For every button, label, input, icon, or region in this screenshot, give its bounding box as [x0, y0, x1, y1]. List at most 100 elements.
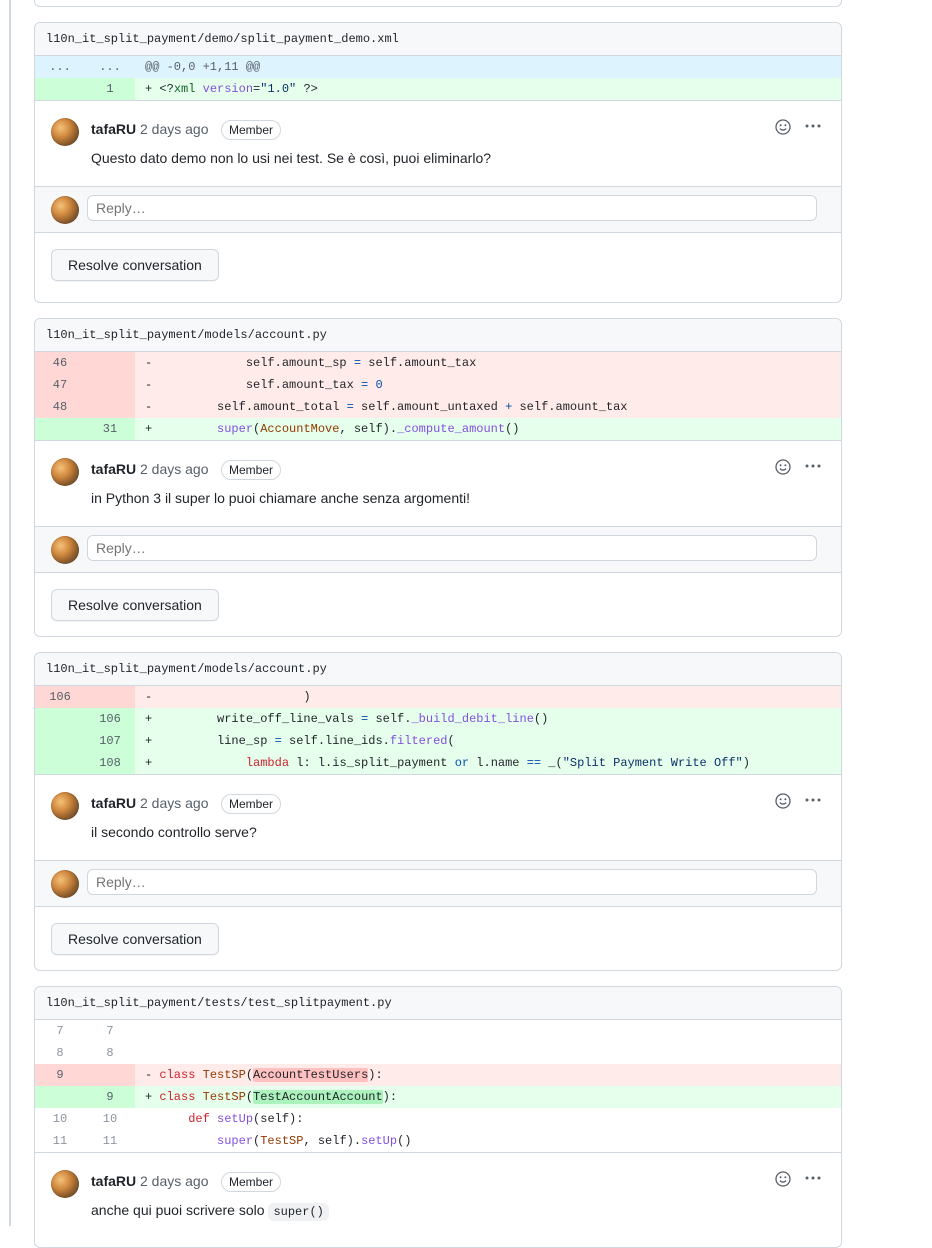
file-path[interactable]: l10n_it_split_payment/tests/test_splitpa…: [35, 987, 841, 1020]
diff-code: [135, 1042, 841, 1064]
kebab-horizontal-icon[interactable]: [804, 118, 822, 134]
previous-card-edge: [34, 0, 842, 7]
diff-line: 7 7: [35, 1020, 841, 1042]
diff-code: - self.amount_tax = 0: [145, 378, 383, 392]
smiley-icon[interactable]: [775, 1171, 791, 1187]
comment-author[interactable]: tafaRU: [91, 1173, 136, 1189]
old-line-number[interactable]: 10: [35, 1108, 85, 1130]
avatar[interactable]: [51, 1170, 79, 1198]
comment-timestamp[interactable]: 2 days ago: [140, 795, 209, 811]
old-line-number[interactable]: [35, 730, 85, 752]
new-line-number[interactable]: [85, 352, 135, 374]
diff-code: def setUp(self):: [188, 1112, 304, 1126]
file-path[interactable]: l10n_it_split_payment/demo/split_payment…: [35, 23, 841, 56]
diff-hunk: ... ... @@ -0,0 +1,11 @@ 1 + <?xml versi…: [35, 56, 841, 100]
comment-body-text: anche qui puoi scrivere solo: [91, 1202, 265, 1218]
comment-author[interactable]: tafaRU: [91, 795, 136, 811]
comment-timestamp[interactable]: 2 days ago: [140, 461, 209, 477]
old-line-number[interactable]: [35, 752, 85, 774]
old-line-number[interactable]: ...: [35, 56, 85, 78]
kebab-horizontal-icon[interactable]: [804, 1170, 822, 1186]
comment-timestamp[interactable]: 2 days ago: [140, 121, 209, 137]
diff-line: 10 10 def setUp(self):: [35, 1108, 841, 1130]
diff-code: + class TestSP(TestAccountAccount):: [145, 1090, 398, 1104]
inline-code: super(): [268, 1203, 329, 1221]
diff-code: @@ -0,0 +1,11 @@: [145, 60, 261, 74]
reply-input[interactable]: [87, 535, 817, 561]
diff-line: 106 + write_off_line_vals = self._build_…: [35, 708, 841, 730]
member-badge: Member: [221, 1172, 282, 1192]
avatar[interactable]: [51, 792, 79, 820]
comment-author[interactable]: tafaRU: [91, 121, 136, 137]
timeline-line: [9, 0, 11, 1226]
new-line-number[interactable]: 108: [85, 752, 135, 774]
new-line-number[interactable]: 9: [85, 1086, 135, 1108]
new-line-number[interactable]: [85, 374, 135, 396]
old-line-number[interactable]: 11: [35, 1130, 85, 1152]
old-line-number[interactable]: [35, 78, 85, 100]
new-line-number[interactable]: 10: [85, 1108, 135, 1130]
diff-hunk: 106 - ) 106 + write_off_line_vals = self…: [35, 686, 841, 774]
review-thread: l10n_it_split_payment/demo/split_payment…: [34, 22, 842, 303]
old-line-number[interactable]: 47: [35, 374, 85, 396]
new-line-number[interactable]: 106: [85, 708, 135, 730]
resolve-row: Resolve conversation: [35, 907, 841, 970]
diff-code: super(TestSP, self).setUp(): [217, 1134, 412, 1148]
review-thread: l10n_it_split_payment/models/account.py …: [34, 652, 842, 971]
new-line-number[interactable]: 11: [85, 1130, 135, 1152]
review-comment: tafaRU 2 days ago Member anche qui puoi …: [35, 1152, 841, 1238]
kebab-horizontal-icon[interactable]: [804, 792, 822, 808]
file-path[interactable]: l10n_it_split_payment/models/account.py: [35, 319, 841, 352]
resolve-conversation-button[interactable]: Resolve conversation: [51, 589, 219, 621]
diff-line: 31 + super(AccountMove, self)._compute_a…: [35, 418, 841, 440]
resolve-row: Resolve conversation: [35, 573, 841, 636]
avatar: [51, 196, 79, 224]
reply-input[interactable]: [87, 869, 817, 895]
member-badge: Member: [221, 460, 282, 480]
kebab-horizontal-icon[interactable]: [804, 458, 822, 474]
old-line-number[interactable]: 106: [35, 686, 85, 708]
smiley-icon[interactable]: [775, 793, 791, 809]
new-line-number[interactable]: 31: [85, 418, 135, 440]
new-line-number[interactable]: 107: [85, 730, 135, 752]
old-line-number[interactable]: 48: [35, 396, 85, 418]
resolve-conversation-button[interactable]: Resolve conversation: [51, 249, 219, 281]
old-line-number[interactable]: 9: [35, 1064, 85, 1086]
file-path[interactable]: l10n_it_split_payment/models/account.py: [35, 653, 841, 686]
smiley-icon[interactable]: [775, 459, 791, 475]
new-line-number[interactable]: [85, 396, 135, 418]
old-line-number[interactable]: 46: [35, 352, 85, 374]
old-line-number[interactable]: 7: [35, 1020, 85, 1042]
new-line-number[interactable]: 1: [85, 78, 135, 100]
diff-code: - class TestSP(AccountTestUsers):: [145, 1068, 383, 1082]
old-line-number[interactable]: [35, 708, 85, 730]
diff-code: + <?xml version="1.0" ?>: [145, 82, 318, 96]
smiley-icon[interactable]: [775, 119, 791, 135]
comment-timestamp[interactable]: 2 days ago: [140, 1173, 209, 1189]
reply-row: [35, 186, 841, 233]
diff-hunk: 46 - self.amount_sp = self.amount_tax 47…: [35, 352, 841, 440]
review-thread: l10n_it_split_payment/tests/test_splitpa…: [34, 986, 842, 1248]
old-line-number[interactable]: 8: [35, 1042, 85, 1064]
diff-line: 108 + lambda l: l.is_split_payment or l.…: [35, 752, 841, 774]
resolve-conversation-button[interactable]: Resolve conversation: [51, 923, 219, 955]
new-line-number[interactable]: [85, 1064, 135, 1086]
member-badge: Member: [221, 120, 282, 140]
diff-code: + lambda l: l.is_split_payment or l.name…: [145, 756, 750, 770]
avatar[interactable]: [51, 118, 79, 146]
new-line-number[interactable]: [85, 686, 135, 708]
new-line-number[interactable]: 7: [85, 1020, 135, 1042]
reply-input[interactable]: [87, 195, 817, 221]
comment-author[interactable]: tafaRU: [91, 461, 136, 477]
diff-hunk: 7 7 8 8 9 - class TestSP(AccountTestUser…: [35, 1020, 841, 1152]
diff-code: - self.amount_sp = self.amount_tax: [145, 356, 477, 370]
diff-line: 47 - self.amount_tax = 0: [35, 374, 841, 396]
comment-body: in Python 3 il super lo puoi chiamare an…: [91, 490, 470, 506]
review-thread: l10n_it_split_payment/models/account.py …: [34, 318, 842, 637]
old-line-number[interactable]: [35, 418, 85, 440]
new-line-number[interactable]: ...: [85, 56, 135, 78]
old-line-number[interactable]: [35, 1086, 85, 1108]
new-line-number[interactable]: 8: [85, 1042, 135, 1064]
diff-line: 107 + line_sp = self.line_ids.filtered(: [35, 730, 841, 752]
avatar[interactable]: [51, 458, 79, 486]
